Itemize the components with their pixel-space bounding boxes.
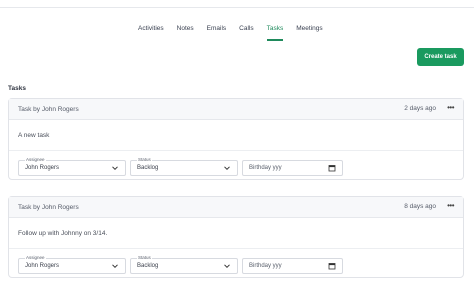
assignee-label: Assignee [25, 157, 46, 163]
date-input[interactable]: Birthday yyy [242, 160, 343, 176]
assignee-label: Assignee [25, 255, 46, 261]
task-body: Follow up with Johnny on 3/14. [9, 218, 463, 249]
more-options-icon[interactable]: ••• [447, 201, 454, 210]
task-timestamp: 8 days ago [404, 203, 436, 210]
task-title: Task by John Rogers [18, 204, 79, 211]
chevron-down-icon [112, 264, 118, 269]
status-value: Backlog [137, 263, 159, 269]
chevron-down-icon [224, 166, 230, 171]
task-timestamp: 2 days ago [404, 105, 436, 112]
assignee-select[interactable]: Assignee John Rogers [18, 157, 126, 176]
status-select[interactable]: Status Backlog [130, 255, 238, 274]
section-title: Tasks [8, 85, 26, 92]
tab-activities[interactable]: Activities [138, 24, 164, 44]
top-divider [0, 7, 474, 8]
status-label: Status [137, 255, 152, 261]
status-value: Backlog [137, 165, 159, 171]
task-title: Task by John Rogers [18, 106, 79, 113]
chevron-down-icon [112, 166, 118, 171]
status-label: Status [137, 157, 152, 163]
task-body: A new task [9, 120, 463, 151]
assignee-select[interactable]: Assignee John Rogers [18, 255, 126, 274]
task-card: Task by John Rogers 2 days ago ••• A new… [8, 98, 464, 180]
more-options-icon[interactable]: ••• [447, 103, 454, 112]
task-fields: Assignee John Rogers Status Backlog Birt… [9, 151, 463, 179]
record-tabs: Activities Notes Emails Calls Tasks Meet… [138, 24, 336, 44]
tab-meetings[interactable]: Meetings [296, 24, 322, 44]
tab-calls[interactable]: Calls [239, 24, 253, 44]
assignee-value: John Rogers [25, 165, 60, 171]
tab-notes[interactable]: Notes [177, 24, 194, 44]
chevron-down-icon [224, 264, 230, 269]
status-select[interactable]: Status Backlog [130, 157, 238, 176]
task-description: Follow up with Johnny on 3/14. [18, 230, 108, 237]
task-card-header: Task by John Rogers 2 days ago ••• [9, 99, 463, 120]
task-fields: Assignee John Rogers Status Backlog Birt… [9, 249, 463, 277]
create-task-button[interactable]: Create task [417, 48, 464, 66]
date-placeholder: Birthday yyy [249, 165, 282, 171]
date-input[interactable]: Birthday yyy [242, 258, 343, 274]
tab-tasks[interactable]: Tasks [266, 24, 283, 44]
task-card-header: Task by John Rogers 8 days ago ••• [9, 197, 463, 218]
date-placeholder: Birthday yyy [249, 263, 282, 269]
task-description: A new task [18, 132, 50, 139]
task-card: Task by John Rogers 8 days ago ••• Follo… [8, 196, 464, 278]
calendar-icon[interactable] [328, 262, 336, 270]
calendar-icon[interactable] [328, 164, 336, 172]
tab-emails[interactable]: Emails [207, 24, 227, 44]
assignee-value: John Rogers [25, 263, 60, 269]
